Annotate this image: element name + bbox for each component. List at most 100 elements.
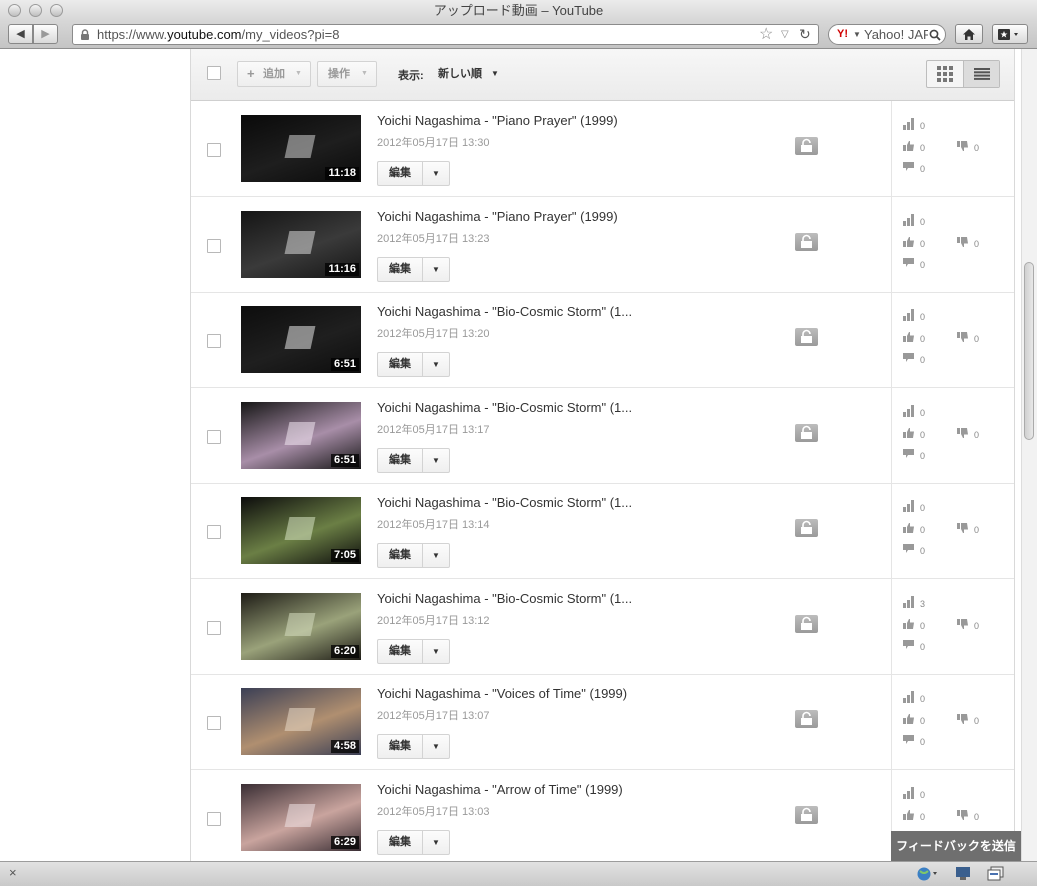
view-count: 0 bbox=[920, 789, 926, 800]
edit-options-dropdown[interactable]: ▼ bbox=[423, 544, 449, 567]
comment-icon bbox=[903, 544, 914, 553]
thumbs-up-icon bbox=[903, 523, 914, 533]
video-stats: 3 0 0 0 bbox=[891, 578, 1015, 674]
video-thumbnail[interactable]: 11:18 bbox=[241, 115, 361, 182]
edit-options-dropdown[interactable]: ▼ bbox=[423, 258, 449, 281]
close-window-button[interactable] bbox=[8, 4, 21, 17]
address-bar[interactable]: https://www.youtube.com/my_videos?pi=8 ☆… bbox=[72, 24, 819, 45]
history-dropdown-icon[interactable]: ▽ bbox=[781, 25, 789, 44]
edit-options-dropdown[interactable]: ▼ bbox=[423, 162, 449, 185]
monitor-icon[interactable] bbox=[955, 866, 971, 881]
video-title-link[interactable]: Yoichi Nagashima - "Piano Prayer" (1999) bbox=[377, 209, 618, 224]
list-view-button[interactable] bbox=[964, 61, 999, 87]
search-field[interactable]: Y! ▼ Yahoo! JAPAN bbox=[828, 24, 946, 45]
edit-button[interactable]: 編集 bbox=[378, 735, 423, 758]
video-thumbnail[interactable]: 6:51 bbox=[241, 306, 361, 373]
video-thumbnail[interactable]: 6:20 bbox=[241, 592, 361, 660]
comment-icon bbox=[903, 448, 914, 458]
window-list-icon[interactable] bbox=[987, 866, 1005, 881]
edit-button[interactable]: 編集 bbox=[378, 257, 423, 281]
home-icon bbox=[963, 29, 975, 40]
video-stats: 0 0 0 0 bbox=[891, 101, 1015, 196]
edit-options-dropdown[interactable]: ▼ bbox=[423, 640, 449, 663]
video-thumbnail[interactable]: 6:29 bbox=[241, 783, 361, 851]
video-title-link[interactable]: Yoichi Nagashima - "Bio-Cosmic Storm" (1… bbox=[377, 304, 632, 319]
video-thumbnail[interactable]: 6:51 bbox=[241, 401, 361, 469]
bar-chart-icon bbox=[903, 500, 914, 512]
sort-order-dropdown[interactable]: 新しい順 ▼ bbox=[438, 61, 502, 87]
edit-button-group: 編集 ▼ bbox=[377, 447, 450, 473]
video-title-link[interactable]: Yoichi Nagashima - "Bio-Cosmic Storm" (1… bbox=[377, 591, 632, 606]
video-title-link[interactable]: Yoichi Nagashima - "Bio-Cosmic Storm" (1… bbox=[377, 400, 632, 415]
video-thumbnail[interactable]: 11:16 bbox=[241, 210, 361, 278]
video-select-checkbox[interactable] bbox=[207, 429, 221, 444]
like-count: 0 bbox=[920, 716, 926, 726]
comment-count: 0 bbox=[920, 164, 926, 174]
video-title-link[interactable]: Yoichi Nagashima - "Piano Prayer" (1999) bbox=[377, 113, 618, 128]
video-select-checkbox[interactable] bbox=[207, 525, 221, 539]
video-stats: 0 0 0 0 bbox=[891, 674, 1015, 769]
dislike-count: 0 bbox=[974, 143, 980, 153]
video-upload-date: 2012年05月17日 13:07 bbox=[377, 710, 490, 722]
scrollbar-thumb[interactable] bbox=[1024, 262, 1034, 440]
reload-icon[interactable]: ↻ bbox=[799, 25, 811, 44]
bar-chart-icon bbox=[903, 213, 914, 226]
video-select-checkbox[interactable] bbox=[207, 238, 221, 253]
dislike-count: 0 bbox=[974, 429, 980, 440]
video-title-link[interactable]: Yoichi Nagashima - "Bio-Cosmic Storm" (1… bbox=[377, 495, 632, 510]
close-status-icon[interactable]: × bbox=[9, 865, 17, 880]
edit-options-dropdown[interactable]: ▼ bbox=[423, 831, 449, 854]
chevron-down-icon: ▼ bbox=[295, 70, 302, 77]
edit-button[interactable]: 編集 bbox=[378, 544, 423, 567]
video-upload-date: 2012年05月17日 13:14 bbox=[377, 519, 490, 531]
video-title-link[interactable]: Yoichi Nagashima - "Voices of Time" (199… bbox=[377, 686, 627, 701]
video-select-checkbox[interactable] bbox=[207, 143, 221, 157]
send-feedback-button[interactable]: フィードバックを送信 bbox=[891, 831, 1021, 861]
select-all-checkbox[interactable] bbox=[207, 66, 221, 80]
lock-icon bbox=[81, 29, 89, 40]
thumbs-up-icon bbox=[903, 236, 914, 247]
comment-icon bbox=[903, 353, 914, 362]
actions-button[interactable]: 操作 ▼ bbox=[317, 61, 377, 87]
globe-icon[interactable] bbox=[916, 866, 938, 881]
video-action-bar: + 追加 ▼ 操作 ▼ 表示: 新しい順 ▼ bbox=[191, 49, 1014, 101]
vertical-scrollbar[interactable] bbox=[1021, 49, 1037, 861]
edit-button[interactable]: 編集 bbox=[378, 162, 423, 185]
video-select-checkbox[interactable] bbox=[207, 811, 221, 826]
grid-view-button[interactable] bbox=[927, 61, 964, 87]
video-thumbnail[interactable]: 4:58 bbox=[241, 688, 361, 755]
edit-options-dropdown[interactable]: ▼ bbox=[423, 353, 449, 376]
edit-button[interactable]: 編集 bbox=[378, 830, 423, 854]
view-count: 0 bbox=[920, 312, 926, 322]
video-thumbnail[interactable]: 7:05 bbox=[241, 497, 361, 564]
comment-count: 0 bbox=[920, 450, 926, 461]
dislike-count: 0 bbox=[974, 525, 980, 535]
view-count: 0 bbox=[920, 503, 926, 513]
video-row: 6:20 Yoichi Nagashima - "Bio-Cosmic Stor… bbox=[191, 578, 1015, 675]
comment-count: 0 bbox=[920, 641, 926, 652]
edit-button[interactable]: 編集 bbox=[378, 639, 423, 663]
edit-options-dropdown[interactable]: ▼ bbox=[423, 449, 449, 472]
edit-options-dropdown[interactable]: ▼ bbox=[423, 735, 449, 758]
video-select-checkbox[interactable] bbox=[207, 620, 221, 635]
back-button[interactable]: ◀ bbox=[8, 24, 33, 44]
edit-button-group: 編集 ▼ bbox=[377, 256, 450, 282]
zoom-window-button[interactable] bbox=[50, 4, 63, 17]
minimize-window-button[interactable] bbox=[29, 4, 42, 17]
home-button[interactable] bbox=[955, 24, 983, 44]
video-select-checkbox[interactable] bbox=[207, 334, 221, 348]
edit-button[interactable]: 編集 bbox=[378, 353, 423, 376]
video-title-link[interactable]: Yoichi Nagashima - "Arrow of Time" (1999… bbox=[377, 782, 623, 797]
thumbs-up-icon bbox=[903, 141, 914, 151]
private-lock-icon bbox=[795, 328, 818, 346]
bookmarks-menu-button[interactable] bbox=[992, 24, 1028, 44]
search-engine-dropdown-icon[interactable]: ▼ bbox=[853, 25, 861, 44]
add-to-button[interactable]: + 追加 ▼ bbox=[237, 61, 311, 87]
video-select-checkbox[interactable] bbox=[207, 716, 221, 730]
bookmark-star-icon[interactable]: ☆ bbox=[759, 25, 773, 44]
search-icon[interactable] bbox=[929, 29, 941, 41]
forward-button[interactable]: ▶ bbox=[33, 24, 58, 44]
comment-icon bbox=[903, 162, 914, 171]
edit-button[interactable]: 編集 bbox=[378, 448, 423, 472]
private-lock-icon bbox=[795, 232, 818, 251]
